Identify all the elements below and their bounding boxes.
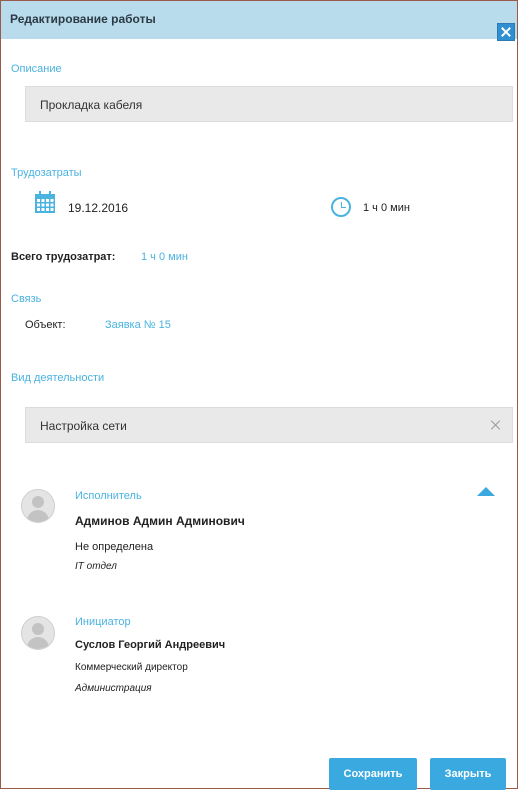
object-link[interactable]: Заявка № 15	[105, 319, 171, 331]
labor-date[interactable]: 19.12.2016	[68, 201, 128, 215]
initiator-avatar	[21, 616, 55, 650]
executor-role: Исполнитель	[75, 490, 142, 502]
labor-total-value: 1 ч 0 мин	[141, 251, 188, 263]
activity-label: Вид деятельности	[11, 372, 105, 384]
activity-select[interactable]: Настройка сети	[25, 407, 513, 443]
activity-value: Настройка сети	[40, 419, 127, 433]
edit-work-dialog: Редактирование работы Описание Прокладка…	[0, 0, 518, 790]
dialog-title: Редактирование работы	[10, 12, 156, 26]
collapse-arrow-icon[interactable]	[477, 487, 495, 496]
save-button[interactable]: Сохранить	[329, 758, 417, 790]
description-label: Описание	[11, 63, 62, 75]
initiator-position: Коммерческий директор	[75, 662, 188, 673]
labor-label: Трудозатраты	[11, 167, 82, 179]
object-label: Объект:	[25, 319, 66, 331]
close-button[interactable]: Закрыть	[430, 758, 506, 790]
clear-icon[interactable]	[490, 419, 502, 431]
labor-duration[interactable]: 1 ч 0 мин	[363, 202, 410, 214]
description-value: Прокладка кабеля	[40, 98, 143, 112]
close-icon[interactable]	[497, 23, 515, 41]
clock-icon[interactable]	[331, 197, 351, 217]
executor-department: IT отдел	[75, 561, 117, 572]
initiator-name: Суслов Георгий Андреевич	[75, 639, 226, 651]
initiator-department: Администрация	[75, 683, 152, 694]
executor-name: Админов Админ Админович	[75, 514, 245, 528]
labor-total-label: Всего трудозатрат:	[11, 251, 116, 263]
description-field[interactable]: Прокладка кабеля	[25, 86, 513, 122]
links-label: Связь	[11, 293, 42, 305]
dialog-titlebar: Редактирование работы	[1, 1, 517, 41]
calendar-icon[interactable]	[35, 191, 55, 213]
executor-avatar	[21, 489, 55, 523]
initiator-role: Инициатор	[75, 616, 131, 628]
executor-position: Не определена	[75, 541, 154, 553]
